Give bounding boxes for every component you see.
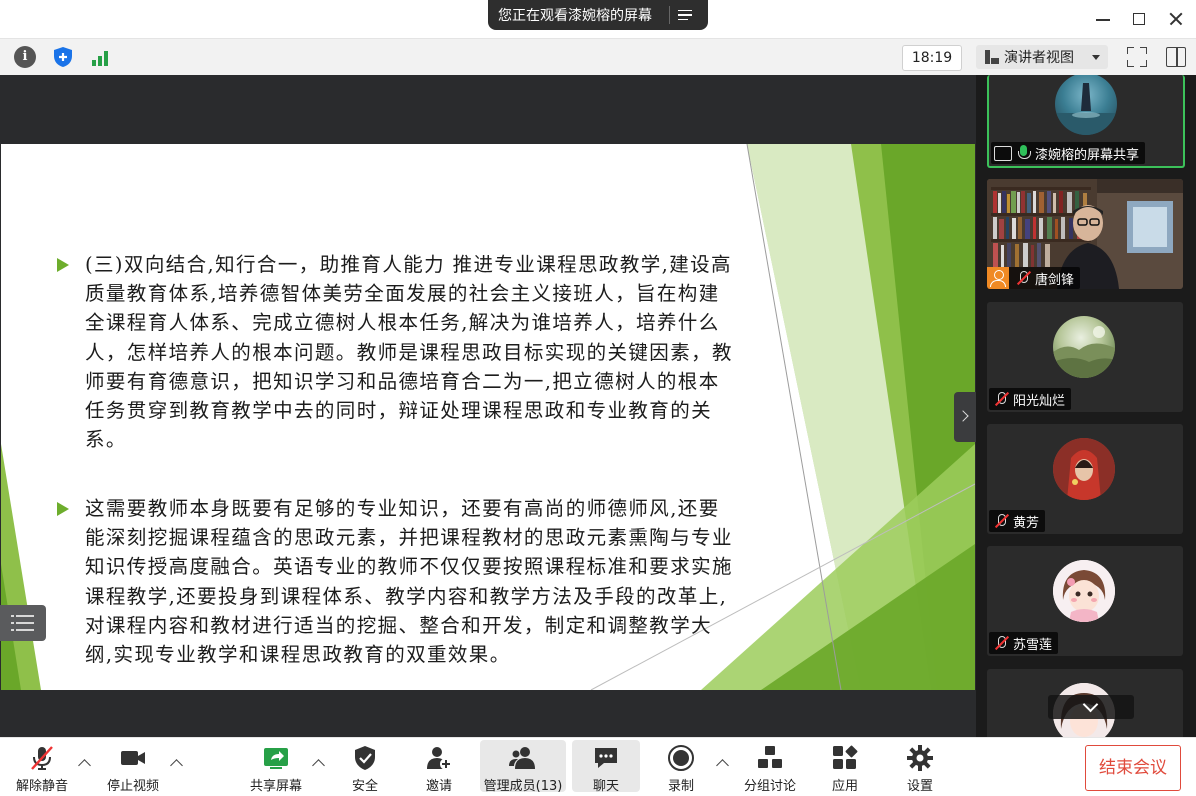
screen-share-icon	[994, 145, 1012, 161]
info-icon[interactable]: i	[14, 46, 36, 68]
muted-microphone-icon	[31, 746, 53, 770]
screen-share-banner[interactable]: 您正在观看漆婉榕的屏幕	[488, 0, 708, 30]
participants-icon	[509, 747, 535, 769]
participant-gallery: 漆婉榕的屏幕共享 唐剑锋 阳光灿烂 黄芳 苏雪莲	[976, 75, 1196, 737]
signal-strength-icon[interactable]	[90, 46, 112, 68]
slide-paragraph: 这需要教师本身既要有足够的专业知识，还要有高尚的师德师风,还要能深刻挖掘课程蕴含…	[57, 494, 737, 669]
breakout-rooms-icon	[758, 746, 782, 768]
participant-tile[interactable]: 苏雪莲	[987, 546, 1183, 656]
close-icon[interactable]	[1165, 8, 1187, 30]
manage-participants-button[interactable]: 管理成员(13)	[480, 740, 566, 794]
speaker-view-icon	[985, 50, 999, 64]
participant-name: 黄芳	[1013, 515, 1040, 531]
security-button[interactable]: 安全	[342, 740, 388, 794]
unmute-button[interactable]: 解除静音	[10, 740, 74, 794]
view-mode-label: 演讲者视图	[1004, 50, 1074, 66]
participant-name: 漆婉榕的屏幕共享	[1035, 147, 1140, 163]
share-screen-button[interactable]: 共享屏幕	[244, 740, 308, 794]
manage-participants-label: 管理成员(13)	[483, 779, 563, 794]
participant-name: 阳光灿烂	[1013, 393, 1066, 409]
muted-microphone-icon	[993, 391, 1009, 407]
record-icon	[668, 745, 694, 771]
settings-label: 设置	[906, 779, 933, 794]
participant-nametag: 漆婉榕的屏幕共享	[991, 142, 1146, 164]
record-button[interactable]: 录制	[658, 740, 704, 794]
participant-tile[interactable]: 阳光灿烂	[987, 302, 1183, 412]
participant-nametag: 唐剑锋	[987, 267, 1081, 289]
avatar	[1053, 316, 1115, 378]
presentation-slide: (三)双向结合,知行合一，助推育人能力 推进专业课程思政教学,建设高质量教育体系…	[1, 144, 975, 690]
scroll-down-button[interactable]	[1048, 695, 1134, 719]
avatar	[1053, 438, 1115, 500]
security-label: 安全	[351, 779, 378, 794]
share-screen-label: 共享屏幕	[249, 779, 302, 794]
video-camera-icon	[121, 751, 145, 765]
slide-paragraph: (三)双向结合,知行合一，助推育人能力 推进专业课程思政教学,建设高质量教育体系…	[57, 250, 737, 454]
slide-paragraph-text: 这需要教师本身既要有足够的专业知识，还要有高尚的师德师风,还要能深刻挖掘课程蕴含…	[85, 497, 733, 667]
breakout-rooms-button[interactable]: 分组讨论	[740, 740, 800, 794]
participant-name: 唐剑锋	[1035, 272, 1075, 288]
participant-name: 苏雪莲	[1013, 637, 1053, 653]
avatar	[1055, 75, 1117, 135]
participant-tile[interactable]: 漆婉榕的屏幕共享	[987, 75, 1185, 168]
breakout-rooms-label: 分组讨论	[743, 779, 796, 794]
list-toggle-icon[interactable]	[0, 605, 46, 641]
gear-icon	[907, 745, 933, 771]
add-user-icon	[427, 747, 452, 770]
person-icon	[987, 267, 1009, 289]
unmute-label: 解除静音	[15, 779, 68, 794]
participant-tile[interactable]: 黄芳	[987, 424, 1183, 534]
meeting-timer: 18:19	[902, 45, 962, 71]
sidebar-toggle-icon[interactable]	[1166, 47, 1186, 67]
participant-nametag: 黄芳	[989, 510, 1046, 532]
slide-paragraph-text: (三)双向结合,知行合一，助推育人能力 推进专业课程思政教学,建设高质量教育体系…	[85, 253, 733, 452]
participant-tile[interactable]: 唐剑锋	[987, 179, 1183, 289]
invite-button[interactable]: 邀请	[416, 740, 462, 794]
muted-microphone-icon	[1015, 270, 1031, 286]
muted-microphone-icon	[993, 513, 1009, 529]
participant-nametag: 阳光灿烂	[989, 388, 1072, 410]
invite-label: 邀请	[425, 779, 452, 794]
settings-button[interactable]: 设置	[897, 740, 943, 794]
banner-menu-icon[interactable]	[678, 5, 700, 25]
chat-label: 聊天	[592, 779, 619, 794]
apps-label: 应用	[831, 779, 858, 794]
chevron-down-icon	[1092, 54, 1100, 60]
shield-icon	[355, 746, 375, 770]
maximize-icon[interactable]	[1128, 8, 1150, 30]
shared-screen: (三)双向结合,知行合一，助推育人能力 推进专业课程思政教学,建设高质量教育体系…	[0, 75, 976, 737]
participant-nametag: 苏雪莲	[989, 632, 1059, 654]
fullscreen-icon[interactable]	[1127, 47, 1147, 67]
chat-bubble-icon	[595, 748, 617, 768]
record-label: 录制	[667, 779, 694, 794]
view-mode-dropdown[interactable]: 演讲者视图	[976, 45, 1108, 69]
muted-microphone-icon	[993, 635, 1009, 651]
bullet-triangle-icon	[57, 502, 69, 516]
screen-share-banner-text: 您正在观看漆婉榕的屏幕	[498, 8, 652, 24]
stop-video-label: 停止视频	[106, 779, 159, 794]
chat-button[interactable]: 聊天	[572, 740, 640, 794]
avatar	[1053, 560, 1115, 622]
end-meeting-button[interactable]: 结束会议	[1085, 745, 1181, 791]
apps-icon	[833, 745, 858, 769]
minimize-icon[interactable]	[1092, 8, 1114, 30]
apps-button[interactable]: 应用	[822, 740, 868, 794]
banner-divider	[669, 6, 670, 24]
bullet-triangle-icon	[57, 258, 69, 272]
share-screen-icon	[264, 748, 288, 769]
microphone-icon	[1017, 145, 1031, 161]
stop-video-button[interactable]: 停止视频	[100, 740, 166, 794]
expand-panel-button[interactable]	[954, 392, 976, 442]
shield-icon[interactable]	[52, 46, 74, 68]
